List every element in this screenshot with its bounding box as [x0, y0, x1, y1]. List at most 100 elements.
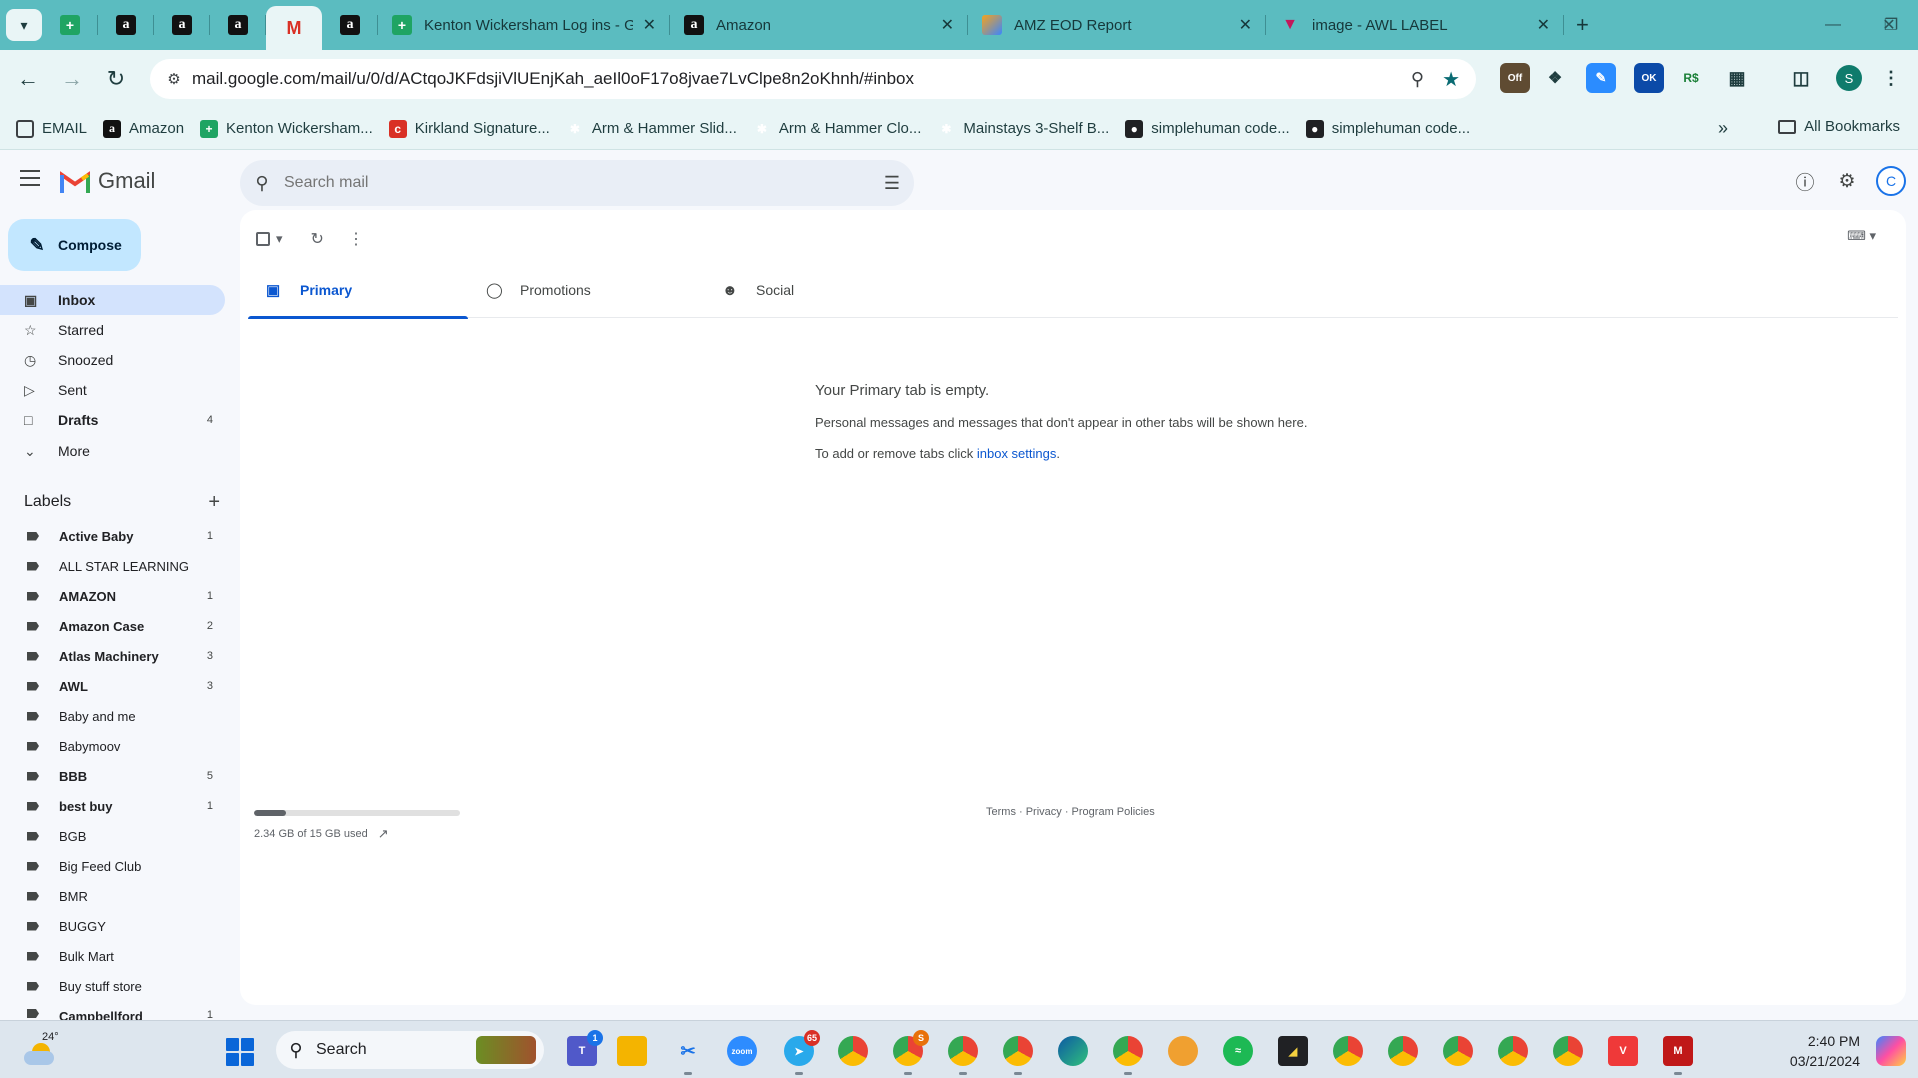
refresh-icon[interactable]: ↻ — [311, 229, 324, 249]
external-link-icon[interactable]: ↗ — [378, 826, 389, 842]
tab-amazon[interactable]: a Amazon ✕ — [670, 0, 968, 50]
chrome-profile-avatar[interactable]: S — [1836, 65, 1862, 91]
main-menu-icon[interactable] — [20, 170, 40, 186]
copilot-icon[interactable] — [1876, 1036, 1906, 1066]
snipping-tool-icon[interactable]: ✂ — [673, 1036, 703, 1075]
close-window-button[interactable]: ✕ — [1860, 0, 1918, 50]
pinned-tab-gmail[interactable]: M — [266, 6, 322, 50]
label-item[interactable]: Buy stuff store — [0, 971, 225, 1001]
compose-button[interactable]: ✎ Compose — [8, 219, 141, 271]
label-item[interactable]: BBB 5 — [0, 761, 225, 791]
tab-primary[interactable]: ▣ Primary — [248, 262, 468, 319]
bookmark-arm-hammer-1[interactable]: ✱ Arm & Hammer Slid... — [566, 120, 737, 138]
label-item[interactable]: Active Baby 1 — [0, 521, 225, 551]
label-item[interactable]: BMR — [0, 881, 225, 911]
label-item[interactable]: Big Feed Club — [0, 851, 225, 881]
zoom-icon[interactable]: ⚲ — [1411, 69, 1424, 90]
chrome-profile-icon[interactable] — [1553, 1036, 1583, 1066]
bookmark-simplehuman-2[interactable]: ● simplehuman code... — [1305, 119, 1470, 138]
bookmark-arm-hammer-2[interactable]: ✱ Arm & Hammer Clo... — [753, 120, 922, 138]
select-all-checkbox[interactable] — [256, 232, 270, 246]
pinned-tab-sheets[interactable]: + — [42, 0, 98, 50]
pinned-tab-amazon-2[interactable]: a — [154, 0, 210, 50]
extension-rs-icon[interactable]: R$ — [1676, 63, 1706, 93]
more-options-icon[interactable]: ⋮ — [348, 229, 364, 249]
pinned-tab-amazon-1[interactable]: a — [98, 0, 154, 50]
label-item[interactable]: ALL STAR LEARNING — [0, 551, 225, 581]
tab-search-button[interactable]: ▾ — [6, 9, 42, 41]
pinned-tab-amazon-4[interactable]: a — [322, 0, 378, 50]
bookmark-amazon[interactable]: a Amazon — [103, 119, 184, 138]
taskbar-search-box[interactable]: ⚲ Search — [276, 1031, 544, 1069]
sidebar-item-inbox[interactable]: ▣ Inbox — [0, 285, 225, 315]
create-label-plus-icon[interactable]: + — [208, 491, 220, 514]
address-bar[interactable]: ⚙ mail.google.com/mail/u/0/d/ACtqoJKFdsj… — [150, 59, 1476, 99]
chrome-icon[interactable] — [838, 1036, 868, 1066]
search-icon[interactable]: ⚲ — [240, 173, 284, 194]
chrome-profile-icon[interactable] — [1443, 1036, 1473, 1066]
label-item[interactable]: Atlas Machinery 3 — [0, 641, 225, 671]
sidebar-item-sent[interactable]: ▷ Sent — [0, 375, 225, 405]
search-input[interactable] — [284, 174, 884, 192]
extensions-puzzle-icon[interactable]: ▦ — [1722, 63, 1752, 93]
tab-promotions[interactable]: ◯ Promotions — [468, 262, 704, 318]
close-icon[interactable]: ✕ — [1239, 15, 1252, 35]
close-icon[interactable]: ✕ — [643, 15, 656, 35]
chevron-down-icon[interactable]: ▾ — [276, 231, 283, 247]
google-account-avatar[interactable]: C — [1876, 166, 1906, 196]
sidebar-item-more[interactable]: ⌄ More — [0, 436, 225, 466]
chrome-profile-icon[interactable] — [948, 1036, 978, 1075]
spotify-icon[interactable]: ≈ — [1223, 1036, 1253, 1066]
bookmark-kirkland[interactable]: c Kirkland Signature... — [388, 119, 550, 138]
label-item[interactable]: Amazon Case 2 — [0, 611, 225, 641]
new-tab-button[interactable]: + — [1576, 12, 1589, 38]
file-explorer-icon[interactable] — [617, 1036, 647, 1066]
label-item[interactable]: Campbellford 1 — [0, 1001, 225, 1020]
bookmark-mainstays[interactable]: ✱ Mainstays 3-Shelf B... — [937, 120, 1109, 138]
search-mail-bar[interactable]: ⚲ ☰ — [240, 160, 914, 206]
vivaldi-icon[interactable]: V — [1608, 1036, 1638, 1066]
close-icon[interactable]: ✕ — [1537, 15, 1550, 35]
bookmark-kenton[interactable]: + Kenton Wickersham... — [200, 119, 373, 138]
windows-start-button[interactable] — [226, 1038, 254, 1066]
pinned-tab-amazon-3[interactable]: a — [210, 0, 266, 50]
label-item[interactable]: AWL 3 — [0, 671, 225, 701]
sidebar-item-starred[interactable]: ☆ Starred — [0, 315, 225, 345]
telegram-icon[interactable]: ➤ 65 — [784, 1030, 820, 1075]
tab-social[interactable]: ☻ Social — [704, 262, 924, 318]
chrome-profile-icon[interactable] — [1003, 1036, 1033, 1075]
bookmark-simplehuman-1[interactable]: ● simplehuman code... — [1125, 119, 1290, 138]
sidebar-item-drafts[interactable]: □ Drafts 4 — [0, 405, 225, 435]
chrome-menu-icon[interactable]: ⋮ — [1876, 63, 1906, 93]
sidebar-item-snoozed[interactable]: ◷ Snoozed — [0, 345, 225, 375]
zoom-icon[interactable]: zoom — [727, 1036, 757, 1066]
label-item[interactable]: Bulk Mart — [0, 941, 225, 971]
bookmarks-overflow-icon[interactable]: » — [1718, 118, 1728, 139]
extension-game-icon[interactable]: ❖ — [1540, 63, 1570, 93]
chrome-profile-icon[interactable] — [1113, 1036, 1143, 1075]
chrome-profile-icon[interactable] — [1333, 1036, 1363, 1066]
extension-ok-icon[interactable]: OK — [1634, 63, 1664, 93]
back-button[interactable]: ← — [6, 57, 50, 101]
chrome-profile-icon[interactable] — [1498, 1036, 1528, 1066]
weather-widget[interactable]: 24° — [22, 1031, 59, 1069]
sticky-notes-icon[interactable]: ◢ — [1278, 1036, 1308, 1066]
tab-kenton-login[interactable]: + Kenton Wickersham Log ins - G ✕ — [378, 0, 670, 50]
bookmark-email[interactable]: EMAIL — [16, 119, 87, 138]
side-panel-icon[interactable]: ◫ — [1786, 63, 1816, 93]
site-settings-icon[interactable]: ⚙ — [156, 70, 192, 88]
label-item[interactable]: best buy 1 — [0, 791, 225, 821]
forward-button[interactable]: → — [50, 57, 94, 101]
chrome-profile-icon[interactable] — [1388, 1036, 1418, 1066]
extension-pen-icon[interactable]: ✎ — [1586, 63, 1616, 93]
inbox-settings-link[interactable]: inbox settings — [977, 446, 1057, 461]
bookmark-star-icon[interactable]: ★ — [1442, 67, 1460, 92]
settings-gear-icon[interactable]: ⚙ — [1834, 168, 1860, 194]
gmail-logo[interactable]: Gmail — [60, 168, 155, 194]
search-options-icon[interactable]: ☰ — [884, 173, 900, 194]
chrome-profile-icon[interactable]: S — [893, 1030, 929, 1075]
reload-button[interactable]: ↻ — [94, 57, 138, 101]
label-item[interactable]: BGB — [0, 821, 225, 851]
system-clock[interactable]: 2:40 PM 03/21/2024 — [1760, 1031, 1860, 1071]
label-item[interactable]: BUGGY — [0, 911, 225, 941]
